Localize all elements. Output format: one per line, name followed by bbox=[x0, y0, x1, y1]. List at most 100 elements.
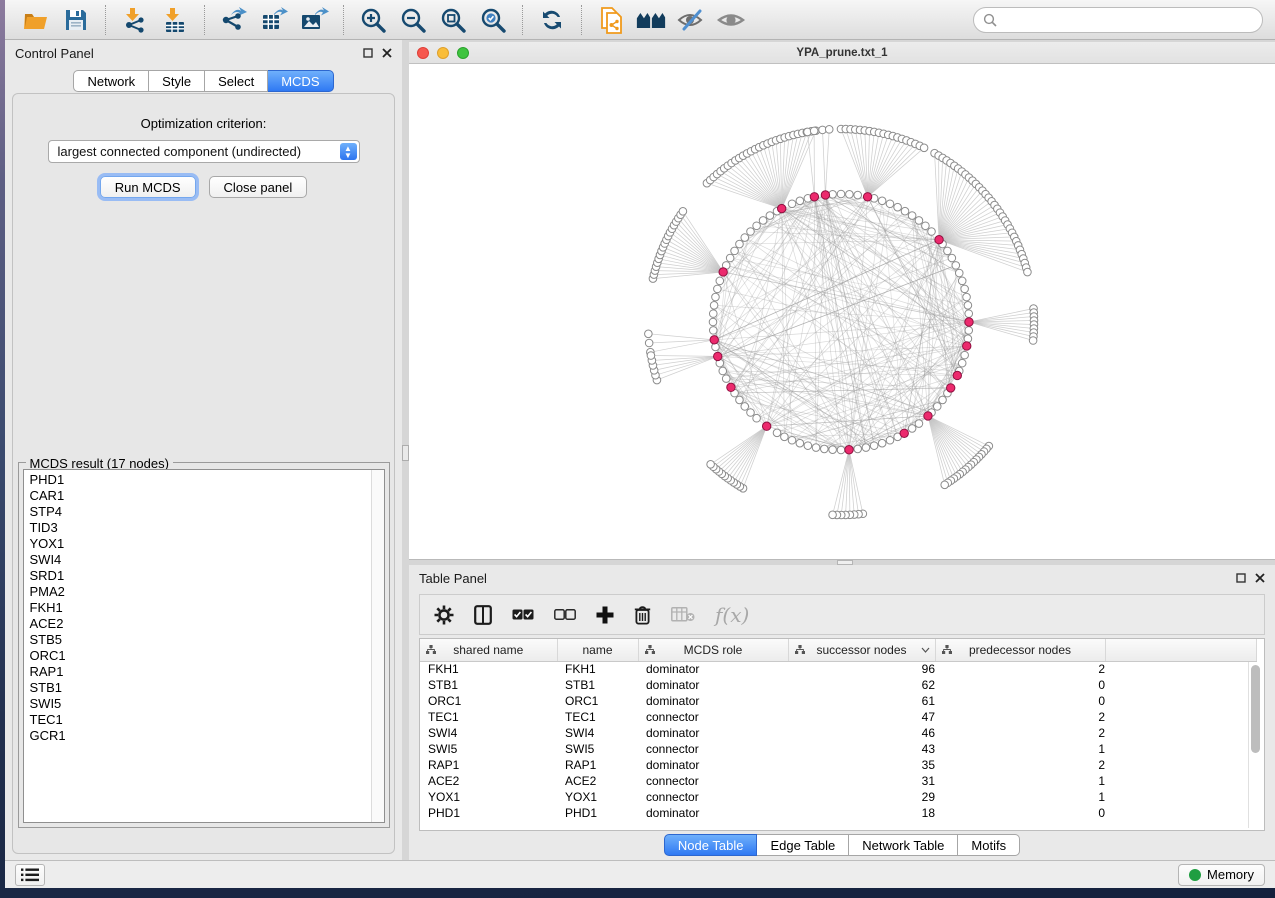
network-node[interactable] bbox=[722, 375, 730, 383]
table-cell[interactable]: dominator bbox=[638, 805, 788, 821]
table-row[interactable]: ACE2ACE2connector311 bbox=[420, 773, 1256, 789]
network-node[interactable] bbox=[964, 301, 972, 309]
table-cell[interactable]: 2 bbox=[935, 757, 1105, 773]
network-node[interactable] bbox=[804, 442, 812, 450]
table-cell[interactable]: 43 bbox=[788, 741, 935, 757]
network-node[interactable] bbox=[965, 327, 973, 335]
table-cell[interactable]: 2 bbox=[935, 725, 1105, 741]
mcds-result-item[interactable]: STB1 bbox=[30, 680, 371, 696]
table-cell[interactable]: 62 bbox=[788, 677, 935, 693]
table-row[interactable]: TEC1TEC1connector472 bbox=[420, 709, 1256, 725]
table-cell[interactable]: dominator bbox=[638, 725, 788, 741]
table-cell[interactable]: STB1 bbox=[420, 677, 557, 693]
mcds-result-item[interactable]: TEC1 bbox=[30, 712, 371, 728]
close-panel-icon[interactable] bbox=[1255, 573, 1265, 583]
table-row[interactable]: SWI4SWI4dominator462 bbox=[420, 725, 1256, 741]
table-row[interactable]: FKH1FKH1dominator962 bbox=[420, 661, 1256, 677]
table-cell[interactable]: TEC1 bbox=[420, 709, 557, 725]
network-node[interactable] bbox=[958, 359, 966, 367]
dominator-node[interactable] bbox=[963, 342, 971, 350]
dominator-node[interactable] bbox=[762, 422, 770, 430]
network-node[interactable] bbox=[788, 436, 796, 444]
table-cell[interactable]: ORC1 bbox=[557, 693, 638, 709]
dominator-node[interactable] bbox=[821, 191, 829, 199]
network-node[interactable] bbox=[788, 200, 796, 208]
network-node[interactable] bbox=[753, 222, 761, 230]
network-canvas[interactable] bbox=[409, 64, 1275, 559]
column-header-successor-nodes[interactable]: successor nodes bbox=[788, 639, 935, 661]
table-cell[interactable]: dominator bbox=[638, 757, 788, 773]
table-scrollbar[interactable] bbox=[1248, 662, 1261, 828]
network-node[interactable] bbox=[944, 247, 952, 255]
tab-style[interactable]: Style bbox=[149, 70, 205, 92]
network-node[interactable] bbox=[810, 127, 818, 135]
table-cell[interactable]: 35 bbox=[788, 757, 935, 773]
table-scrollbar-thumb[interactable] bbox=[1251, 665, 1260, 753]
network-node[interactable] bbox=[961, 285, 969, 293]
deselect-all-button[interactable] bbox=[554, 609, 576, 620]
network-node[interactable] bbox=[812, 444, 820, 452]
network-node[interactable] bbox=[796, 439, 804, 447]
mcds-result-item[interactable]: SWI4 bbox=[30, 552, 371, 568]
open-network-file-button[interactable] bbox=[596, 5, 626, 35]
table-cell[interactable]: 18 bbox=[788, 805, 935, 821]
search-field[interactable] bbox=[973, 7, 1263, 33]
network-node[interactable] bbox=[781, 433, 789, 441]
show-all-button[interactable] bbox=[716, 5, 746, 35]
select-all-button[interactable] bbox=[512, 609, 534, 620]
import-network-button[interactable] bbox=[120, 5, 150, 35]
column-header-predecessor-nodes[interactable]: predecessor nodes bbox=[935, 639, 1105, 661]
tab-edge-table[interactable]: Edge Table bbox=[757, 834, 849, 856]
network-node[interactable] bbox=[870, 442, 878, 450]
mcds-result-item[interactable]: ORC1 bbox=[30, 648, 371, 664]
table-cell[interactable]: 0 bbox=[935, 805, 1105, 821]
dominator-node[interactable] bbox=[777, 204, 785, 212]
mcds-result-item[interactable]: STP4 bbox=[30, 504, 371, 520]
mcds-result-item[interactable]: STB5 bbox=[30, 632, 371, 648]
network-node[interactable] bbox=[1029, 337, 1037, 345]
network-node[interactable] bbox=[837, 446, 845, 454]
table-settings-button[interactable] bbox=[434, 605, 454, 625]
zoom-selected-button[interactable] bbox=[478, 5, 508, 35]
add-column-button[interactable] bbox=[596, 606, 614, 624]
dominator-node[interactable] bbox=[719, 268, 727, 276]
mcds-result-item[interactable]: SWI5 bbox=[30, 696, 371, 712]
table-cell[interactable]: 0 bbox=[935, 693, 1105, 709]
network-node[interactable] bbox=[716, 277, 724, 285]
network-node[interactable] bbox=[952, 262, 960, 270]
table-cell[interactable]: TEC1 bbox=[557, 709, 638, 725]
network-node[interactable] bbox=[736, 240, 744, 248]
tab-select[interactable]: Select bbox=[205, 70, 268, 92]
network-node[interactable] bbox=[965, 310, 973, 318]
network-node[interactable] bbox=[829, 511, 837, 519]
network-node[interactable] bbox=[1024, 268, 1032, 276]
network-node[interactable] bbox=[726, 254, 734, 262]
zoom-out-button[interactable] bbox=[398, 5, 428, 35]
search-input[interactable] bbox=[1002, 12, 1253, 27]
tab-network-table[interactable]: Network Table bbox=[849, 834, 958, 856]
dominator-node[interactable] bbox=[863, 193, 871, 201]
network-node[interactable] bbox=[928, 228, 936, 236]
float-panel-icon[interactable] bbox=[363, 48, 373, 58]
table-cell[interactable]: PHD1 bbox=[420, 805, 557, 821]
network-node[interactable] bbox=[955, 269, 963, 277]
table-cell[interactable]: dominator bbox=[638, 693, 788, 709]
first-neighbors-button[interactable] bbox=[636, 5, 666, 35]
table-cell[interactable]: 96 bbox=[788, 661, 935, 677]
network-node[interactable] bbox=[825, 126, 833, 134]
table-cell[interactable]: 2 bbox=[935, 709, 1105, 725]
table-cell[interactable]: PHD1 bbox=[557, 805, 638, 821]
dominator-node[interactable] bbox=[845, 446, 853, 454]
column-header-name[interactable]: name bbox=[557, 639, 638, 661]
network-node[interactable] bbox=[709, 318, 717, 326]
network-node[interactable] bbox=[796, 197, 804, 205]
dominator-node[interactable] bbox=[924, 412, 932, 420]
show-columns-button[interactable] bbox=[474, 605, 492, 625]
table-row[interactable]: ORC1ORC1dominator610 bbox=[420, 693, 1256, 709]
export-image-button[interactable] bbox=[299, 5, 329, 35]
network-node[interactable] bbox=[862, 444, 870, 452]
table-cell[interactable]: SWI5 bbox=[420, 741, 557, 757]
network-node[interactable] bbox=[766, 212, 774, 220]
vertical-splitter[interactable] bbox=[402, 40, 409, 860]
dominator-node[interactable] bbox=[965, 318, 973, 326]
